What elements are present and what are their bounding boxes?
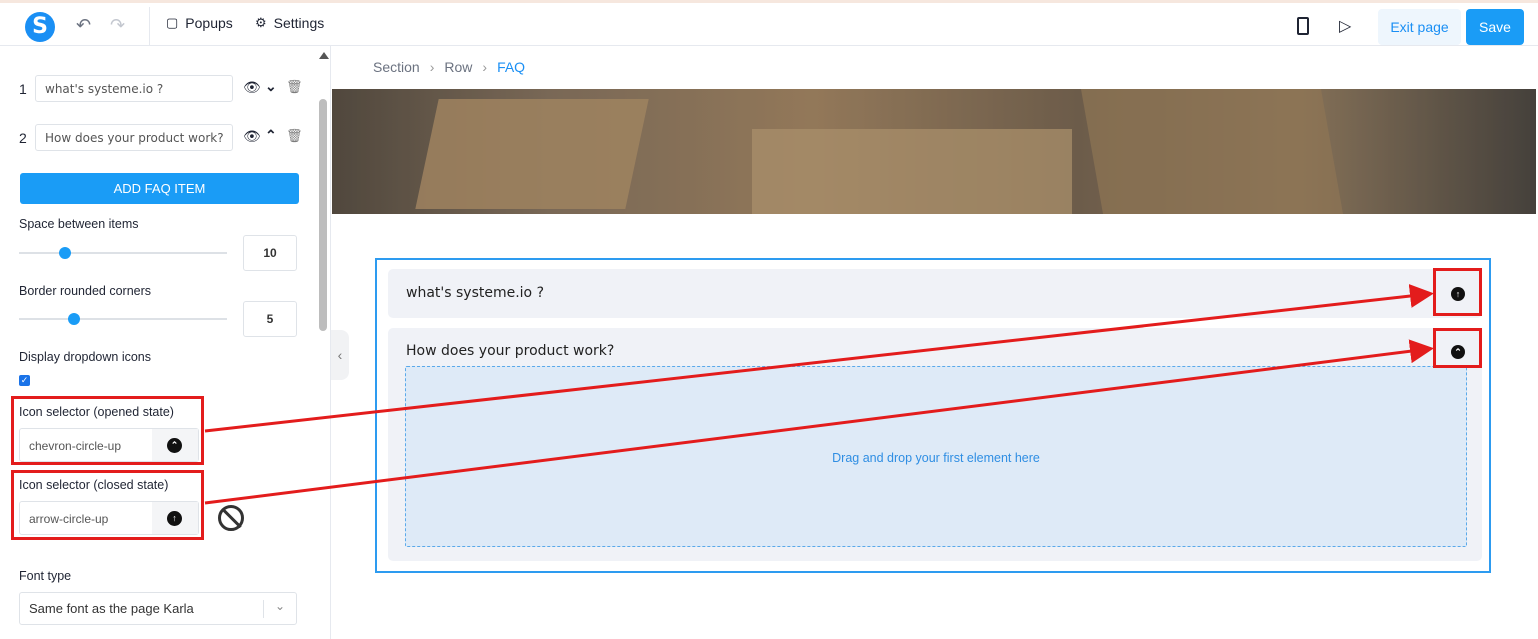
trash-icon[interactable]: 🗑 bbox=[286, 79, 303, 95]
chevron-right-icon: › bbox=[429, 59, 435, 75]
faq-item-row: 1 what's systeme.io ? 👁 ⌄ 🗑 bbox=[19, 75, 309, 103]
font-type-value: Same font as the page Karla bbox=[29, 601, 194, 616]
hero-image bbox=[332, 89, 1536, 214]
breadcrumb-row[interactable]: Row bbox=[444, 59, 472, 75]
sidebar-scrollbar[interactable] bbox=[319, 99, 327, 331]
undo-icon[interactable]: ↶ bbox=[76, 15, 91, 36]
faq-block[interactable]: what's systeme.io ? ↑ How does your prod… bbox=[375, 258, 1491, 573]
add-faq-item-button[interactable]: ADD FAQ ITEM bbox=[20, 173, 299, 204]
faq-item-input[interactable]: How does your product work? bbox=[35, 124, 233, 151]
dropdown-icons-checkbox[interactable]: ✓ bbox=[19, 375, 30, 386]
breadcrumb-section[interactable]: Section bbox=[373, 59, 420, 75]
not-allowed-cursor-icon bbox=[218, 505, 244, 531]
top-toolbar: S ↶ ↷ ▢ Popups ⚙ Settings ▷ Exit page Sa… bbox=[0, 0, 1538, 46]
space-between-label: Space between items bbox=[19, 217, 139, 231]
eye-icon[interactable]: 👁 bbox=[243, 128, 261, 145]
breadcrumb-faq[interactable]: FAQ bbox=[497, 59, 525, 75]
exit-page-button[interactable]: Exit page bbox=[1378, 9, 1461, 45]
settings-label: Settings bbox=[273, 15, 325, 31]
border-corners-value[interactable]: 5 bbox=[243, 301, 297, 337]
chevron-left-icon: ‹ bbox=[337, 347, 343, 363]
space-between-slider[interactable] bbox=[19, 247, 227, 259]
scroll-up-arrow-icon[interactable] bbox=[319, 52, 329, 59]
popups-label: Popups bbox=[185, 15, 233, 31]
trash-icon[interactable]: 🗑 bbox=[286, 128, 303, 144]
save-button[interactable]: Save bbox=[1466, 9, 1524, 45]
slider-knob[interactable] bbox=[59, 247, 71, 259]
drop-zone[interactable]: Drag and drop your first element here bbox=[405, 366, 1467, 547]
faq-item-row: 2 How does your product work? 👁 ⌃ 🗑 bbox=[19, 124, 309, 152]
annotation-box bbox=[11, 470, 204, 540]
faq-item-closed[interactable]: what's systeme.io ? ↑ bbox=[388, 269, 1482, 318]
font-type-select[interactable]: Same font as the page Karla ⌄ bbox=[19, 592, 297, 625]
toolbar-divider bbox=[149, 7, 150, 45]
slider-knob[interactable] bbox=[68, 313, 80, 325]
faq-item-input[interactable]: what's systeme.io ? bbox=[35, 75, 233, 102]
dropdown-icons-label: Display dropdown icons bbox=[19, 350, 152, 364]
font-type-label: Font type bbox=[19, 569, 72, 583]
popup-icon: ▢ bbox=[166, 15, 179, 30]
chevron-up-icon[interactable]: ⌃ bbox=[265, 127, 277, 144]
annotation-box bbox=[11, 396, 204, 465]
annotation-box bbox=[1433, 268, 1482, 316]
select-divider bbox=[263, 600, 264, 618]
faq-item-number: 1 bbox=[19, 81, 27, 97]
popups-button[interactable]: ▢ Popups bbox=[166, 15, 233, 31]
collapse-sidebar-button[interactable]: ‹ bbox=[331, 330, 349, 380]
drop-zone-text: Drag and drop your first element here bbox=[832, 451, 1040, 465]
settings-button[interactable]: ⚙ Settings bbox=[255, 15, 324, 31]
gear-icon: ⚙ bbox=[255, 15, 267, 30]
chevron-down-icon[interactable]: ⌄ bbox=[265, 78, 277, 95]
breadcrumb: Section › Row › FAQ bbox=[373, 59, 525, 75]
border-corners-slider[interactable] bbox=[19, 313, 227, 325]
border-corners-label: Border rounded corners bbox=[19, 284, 152, 298]
space-between-value[interactable]: 10 bbox=[243, 235, 297, 271]
redo-icon[interactable]: ↷ bbox=[110, 15, 125, 36]
systeme-logo[interactable]: S bbox=[25, 12, 55, 42]
faq-item-number: 2 bbox=[19, 130, 27, 146]
eye-icon[interactable]: 👁 bbox=[243, 79, 261, 96]
chevron-down-icon: ⌄ bbox=[275, 599, 286, 613]
mobile-preview-icon[interactable] bbox=[1297, 17, 1309, 35]
annotation-box bbox=[1433, 328, 1482, 368]
settings-sidebar: 1 what's systeme.io ? 👁 ⌄ 🗑 2 How does y… bbox=[0, 46, 331, 639]
faq-question: How does your product work? bbox=[406, 343, 615, 359]
faq-question: what's systeme.io ? bbox=[406, 285, 544, 301]
chevron-right-icon: › bbox=[482, 59, 488, 75]
play-icon[interactable]: ▷ bbox=[1339, 16, 1351, 36]
faq-item-open[interactable]: How does your product work? ⌃ Drag and d… bbox=[388, 328, 1482, 561]
